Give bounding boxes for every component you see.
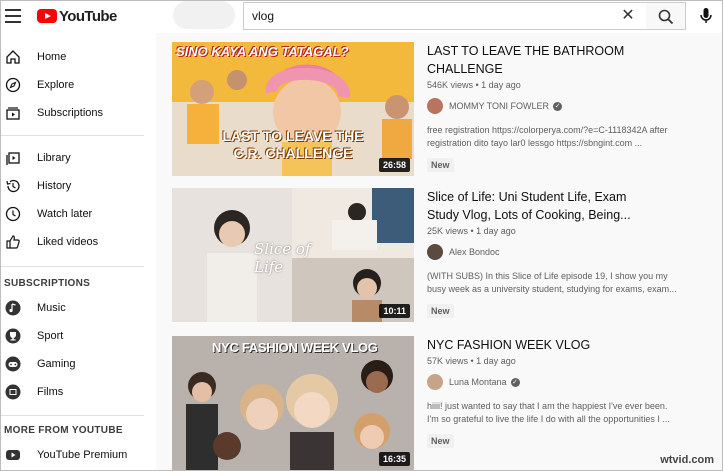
video-info: LAST TO LEAVE THE BATHROOM CHALLENGE 546… — [427, 42, 717, 173]
new-badge: New — [427, 304, 454, 318]
video-result: SINO KAYA ANG TATAGAL? LAST TO LEAVE THE… — [172, 42, 717, 180]
sidebar-item-subscriptions[interactable]: Subscriptions — [1, 99, 151, 127]
menu-icon[interactable] — [5, 9, 21, 23]
video-thumbnail[interactable]: Slice of Life 10:11 — [172, 188, 414, 322]
sidebar-item-liked-videos[interactable]: Liked videos — [1, 228, 151, 256]
youtube-icon — [6, 450, 20, 460]
thumbnail-art — [172, 336, 414, 470]
thumbnail-caption-bottom: LAST TO LEAVE THE C.R. CHALLENGE — [222, 128, 364, 161]
thumbnail-caption: NYC FASHION WEEK VLOG — [212, 340, 378, 355]
youtube-play-icon — [37, 9, 57, 23]
channel-link[interactable]: MOMMY TONI FOWLER ✓ — [427, 98, 717, 114]
channel-link[interactable]: Alex Bondoc — [427, 244, 717, 260]
video-thumbnail[interactable]: NYC FASHION WEEK VLOG 16:35 — [172, 336, 414, 470]
history-icon — [6, 179, 20, 193]
trophy-icon — [5, 328, 21, 344]
sidebar-item-label: Explore — [37, 79, 75, 91]
youtube-logo[interactable]: YouTube — [37, 7, 117, 25]
video-title[interactable]: NYC FASHION WEEK VLOG — [427, 336, 647, 354]
video-meta: 25K views • 1 day ago — [427, 226, 516, 236]
sidebar-item-films[interactable]: Films — [1, 378, 151, 406]
film-icon — [5, 384, 21, 400]
avatar — [427, 244, 443, 260]
video-title[interactable]: Slice of Life: Uni Student Life, Exam St… — [427, 188, 647, 224]
logo-text: YouTube — [59, 7, 117, 25]
gamepad-icon — [5, 356, 21, 372]
video-meta: 546K views • 1 day ago — [427, 80, 521, 90]
search-button[interactable] — [646, 2, 686, 30]
channel-name: MOMMY TONI FOWLER — [449, 101, 550, 111]
thumbs-up-icon — [6, 235, 20, 249]
sidebar-item-label: Liked videos — [37, 236, 99, 248]
video-duration: 16:35 — [378, 452, 410, 466]
channel-link[interactable]: Luna Montana ✓ — [427, 374, 717, 390]
video-title[interactable]: LAST TO LEAVE THE BATHROOM CHALLENGE — [427, 42, 647, 78]
library-icon — [6, 152, 20, 165]
search-input[interactable] — [244, 9, 604, 23]
more-from-youtube-title: MORE FROM YOUTUBE — [4, 425, 123, 436]
sidebar-item-label: Sport — [37, 330, 64, 342]
subscriptions-section-title: SUBSCRIPTIONS — [4, 278, 91, 289]
channel-name: Luna Montana — [449, 377, 507, 387]
sidebar-item-history[interactable]: History — [1, 172, 151, 200]
sidebar-item-sport[interactable]: Sport — [1, 322, 151, 350]
channel-name: Alex Bondoc — [449, 247, 500, 257]
video-description: free registration https://colorperya.com… — [427, 125, 668, 148]
sidebar-item-label: Films — [37, 386, 64, 398]
thumbnail-caption: Slice of Life — [254, 240, 311, 276]
microphone-icon[interactable] — [695, 5, 717, 27]
video-description: (WITH SUBS) In this Slice of Life episod… — [427, 271, 677, 294]
video-info: NYC FASHION WEEK VLOG 57K views • 1 day … — [427, 336, 717, 449]
divider — [1, 135, 144, 136]
new-badge: New — [427, 158, 454, 172]
sidebar-item-label: Library — [37, 152, 71, 164]
compass-icon — [5, 77, 21, 93]
video-duration: 26:58 — [378, 158, 410, 172]
new-badge: New — [427, 434, 454, 448]
verified-check-icon: ✓ — [510, 377, 520, 387]
sidebar-item-label: YouTube Premium — [37, 449, 128, 461]
subscriptions-icon — [6, 107, 20, 120]
video-duration: 10:11 — [379, 304, 410, 318]
sidebar-item-library[interactable]: Library — [1, 144, 151, 172]
video-result: Slice of Life 10:11 Slice of Life: Uni S… — [172, 188, 717, 326]
video-meta: 57K views • 1 day ago — [427, 356, 516, 366]
watermark: wtvid.com — [660, 454, 714, 466]
avatar — [427, 374, 443, 390]
search-box: ✕ — [243, 2, 647, 30]
sidebar-item-label: Gaming — [37, 358, 76, 370]
sidebar-item-home[interactable]: Home — [1, 43, 151, 71]
video-info: Slice of Life: Uni Student Life, Exam St… — [427, 188, 717, 319]
sidebar-item-music[interactable]: Music — [1, 294, 151, 322]
verified-check-icon: ✓ — [553, 101, 563, 111]
video-result: NYC FASHION WEEK VLOG 16:35 NYC FASHION … — [172, 336, 717, 470]
avatar — [427, 98, 443, 114]
youtube-window: YouTube ✕ Home Explore Subscriptions — [0, 0, 723, 471]
divider — [1, 415, 144, 416]
sidebar-item-gaming[interactable]: Gaming — [1, 350, 151, 378]
sidebar-item-youtube-premium[interactable]: YouTube Premium — [1, 441, 151, 469]
sidebar-item-label: History — [37, 180, 72, 192]
sidebar-item-explore[interactable]: Explore — [1, 71, 151, 99]
search-pill-shadow — [173, 1, 235, 29]
clock-icon — [5, 206, 21, 222]
sidebar-item-label: Music — [37, 302, 66, 314]
music-icon — [5, 300, 21, 316]
sidebar: Home Explore Subscriptions Library Histo… — [1, 33, 156, 470]
sidebar-item-label: Watch later — [37, 208, 93, 220]
sidebar-item-watch-later[interactable]: Watch later — [1, 200, 151, 228]
divider — [1, 266, 144, 267]
sidebar-item-label: Subscriptions — [37, 107, 104, 119]
search-icon — [658, 9, 674, 25]
video-thumbnail[interactable]: SINO KAYA ANG TATAGAL? LAST TO LEAVE THE… — [172, 42, 414, 176]
top-bar: YouTube ✕ — [1, 1, 722, 33]
sidebar-item-label: Home — [37, 51, 67, 63]
video-description: hiiii! just wanted to say that I am the … — [427, 401, 670, 424]
home-icon — [6, 50, 20, 64]
clear-search-icon[interactable]: ✕ — [620, 8, 636, 24]
thumbnail-caption-top: SINO KAYA ANG TATAGAL? — [176, 44, 349, 59]
